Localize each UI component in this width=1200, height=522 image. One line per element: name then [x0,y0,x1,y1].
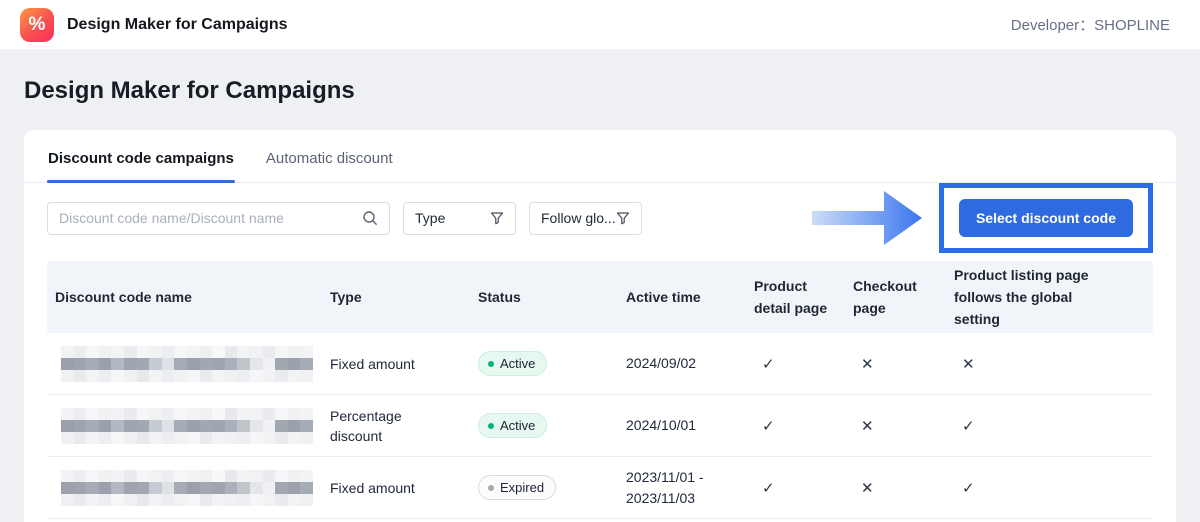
cross-icon: ✕ [962,356,975,373]
table-header-row: Discount code name Type Status Active ti… [47,261,1153,333]
filter-funnel-icon [490,211,504,225]
column-header-product-detail-page: Product detail page [746,275,845,319]
cross-icon: ✕ [861,480,874,497]
active-time-cell: 2023/11/01 - 2023/11/03 [618,467,746,509]
checkout-page-mark-cell: ✕ [845,417,946,435]
table-body: Fixed amountActive2024/09/02✓✕✕Percentag… [47,333,1153,519]
discount-code-name-cell [47,470,322,506]
follow-global-filter-dropdown[interactable]: Follow glo... [529,202,642,235]
product-listing-follows-global-mark-cell: ✓ [946,417,1153,435]
status-cell: Active [470,413,618,438]
type-filter-label: Type [415,210,445,226]
status-cell: Expired [470,475,618,500]
table-row[interactable]: Fixed amount Expired 2023/11/01 - 2023/11/… [47,457,1153,519]
type-cell: Fixed amount [322,478,470,498]
annotation-highlight-box: Select discount code [939,183,1153,253]
filter-funnel-icon [616,211,630,225]
column-header-active-time: Active time [618,286,746,308]
status-cell: Active [470,351,618,376]
status-dot-icon [488,485,494,491]
select-discount-code-button[interactable]: Select discount code [959,199,1133,237]
status-badge: Expired [478,475,556,500]
status-label: Active [500,356,535,371]
check-icon: ✓ [762,418,775,435]
app-title: Design Maker for Campaigns [67,16,288,34]
redacted-name-mosaic [61,470,313,506]
filter-row: Type Follow glo... Sel [24,183,1176,253]
developer-account-label: Developer：SHOPLINE [1011,14,1170,35]
check-icon: ✓ [962,480,975,497]
follow-global-filter-label: Follow glo... [541,210,616,226]
type-filter-dropdown[interactable]: Type [403,202,516,235]
campaigns-table: Discount code name Type Status Active ti… [47,261,1153,519]
annotation-group: Select discount code [812,183,1153,253]
search-box[interactable] [47,202,390,235]
check-icon: ✓ [762,480,775,497]
tab-automatic-discount[interactable]: Automatic discount [265,130,394,182]
redacted-name-mosaic [61,408,313,444]
main-card: Discount code campaigns Automatic discoun… [24,130,1176,522]
app-header-bar: % Design Maker for Campaigns Developer：S… [0,0,1200,49]
checkout-page-mark-cell: ✕ [845,479,946,497]
check-icon: ✓ [962,418,975,435]
column-header-checkout-page: Checkout page [845,275,946,319]
status-badge: Active [478,413,547,438]
type-cell: Fixed amount [322,354,470,374]
type-cell: Percentage discount [322,406,470,446]
column-header-discount-code-name: Discount code name [47,286,322,308]
discount-code-name-cell [47,408,322,444]
tab-discount-code-campaigns[interactable]: Discount code campaigns [47,130,235,182]
table-row[interactable]: Percentage discount Active 2024/10/01 ✓ ✕ ✓ [47,395,1153,457]
checkout-page-mark-cell: ✕ [845,355,946,373]
active-time-cell: 2024/10/01 [618,415,746,436]
annotation-arrow-icon [812,189,924,247]
app-logo-percent-icon: % [20,8,54,42]
check-icon: ✓ [762,356,775,373]
product-detail-page-mark-cell: ✓ [746,355,845,373]
product-listing-follows-global-mark-cell: ✕ [946,355,1153,373]
product-detail-page-mark-cell: ✓ [746,417,845,435]
table-row[interactable]: Fixed amount Active 2024/09/02 ✓ ✕ ✕ [47,333,1153,395]
search-icon [362,210,378,226]
product-detail-page-mark-cell: ✓ [746,479,845,497]
page-title: Design Maker for Campaigns [24,77,1176,105]
active-time-cell: 2024/09/02 [618,353,746,374]
tab-bar: Discount code campaigns Automatic discoun… [24,130,1176,183]
search-input[interactable] [59,210,362,226]
column-header-product-listing-follows-global: Product listing page follows the global … [946,264,1106,330]
discount-code-name-cell [47,346,322,382]
status-dot-icon [488,423,494,429]
status-dot-icon [488,361,494,367]
product-listing-follows-global-mark-cell: ✓ [946,479,1153,497]
cross-icon: ✕ [861,356,874,373]
column-header-status: Status [470,286,618,308]
cross-icon: ✕ [861,418,874,435]
status-label: Expired [500,480,544,495]
column-header-type: Type [322,286,470,308]
redacted-name-mosaic [61,346,313,382]
status-label: Active [500,418,535,433]
status-badge: Active [478,351,547,376]
